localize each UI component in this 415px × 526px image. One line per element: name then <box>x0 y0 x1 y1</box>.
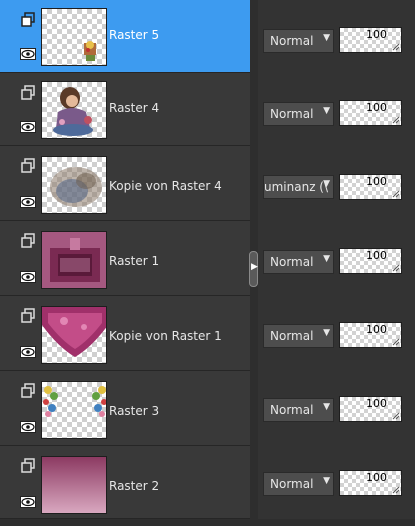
resize-grip-icon <box>392 116 400 124</box>
chevron-down-icon: ▼ <box>323 476 330 486</box>
layer-link-icon[interactable] <box>20 383 36 399</box>
eye-icon[interactable] <box>20 346 36 358</box>
layer-link-icon[interactable] <box>20 158 36 174</box>
blend-mode-dropdown[interactable]: Normal ▼ <box>263 398 334 422</box>
eye-icon[interactable] <box>20 421 36 433</box>
blend-mode-dropdown[interactable]: Normal ▼ <box>263 250 334 274</box>
layer-name: Kopie von Raster 4 <box>109 179 222 193</box>
resize-grip-icon <box>392 486 400 494</box>
resize-grip-icon <box>392 338 400 346</box>
splitter-handle[interactable]: ▶ <box>249 251 258 287</box>
layer-row-raster-2[interactable]: Raster 2 <box>0 446 250 519</box>
chevron-down-icon: ▼ <box>323 402 330 412</box>
layer-link-icon[interactable] <box>20 85 36 101</box>
layer-link-icon[interactable] <box>20 233 36 249</box>
opacity-field[interactable]: 100 <box>339 396 402 422</box>
layer-row-raster-3[interactable]: Raster 3 <box>0 371 250 446</box>
eye-icon[interactable] <box>20 271 36 283</box>
layer-name: Kopie von Raster 1 <box>109 329 222 343</box>
layer-thumbnail <box>41 81 107 139</box>
resize-grip-icon <box>392 412 400 420</box>
layers-panel: Raster 5 Raster 4 Kopie von Raster 4 Ras… <box>0 0 250 526</box>
blend-mode-dropdown[interactable]: Normal ▼ <box>263 472 334 496</box>
layer-thumbnail <box>41 156 107 214</box>
panel-bottom-edge <box>0 519 415 526</box>
layer-name: Raster 1 <box>109 254 160 268</box>
opacity-field[interactable]: 100 <box>339 470 402 496</box>
chevron-down-icon: ▼ <box>323 33 330 43</box>
chevron-down-icon: ▼ <box>323 254 330 264</box>
layer-name: Raster 3 <box>109 404 160 418</box>
chevron-down-icon: ▼ <box>323 328 330 338</box>
opacity-field[interactable]: 100 <box>339 27 402 53</box>
layer-link-icon[interactable] <box>20 308 36 324</box>
layer-link-icon[interactable] <box>20 458 36 474</box>
layer-row-raster-4[interactable]: Raster 4 <box>0 73 250 146</box>
resize-grip-icon <box>392 264 400 272</box>
layer-thumbnail <box>41 8 107 66</box>
opacity-field[interactable]: 100 <box>339 174 402 200</box>
layer-thumbnail <box>41 456 107 514</box>
opacity-field[interactable]: 100 <box>339 248 402 274</box>
blend-mode-dropdown[interactable]: Normal ▼ <box>263 102 334 126</box>
opacity-field[interactable]: 100 <box>339 322 402 348</box>
layer-row-kopie-raster-1[interactable]: Kopie von Raster 1 <box>0 296 250 371</box>
layer-thumbnail <box>41 306 107 364</box>
blend-mode-dropdown[interactable]: uminanz (\ ▼ <box>263 175 334 199</box>
eye-icon[interactable] <box>20 196 36 208</box>
eye-icon[interactable] <box>20 48 36 60</box>
layer-row-kopie-raster-4[interactable]: Kopie von Raster 4 <box>0 146 250 221</box>
layer-row-raster-1[interactable]: Raster 1 <box>0 221 250 296</box>
layer-thumbnail <box>41 381 107 439</box>
resize-grip-icon <box>392 190 400 198</box>
eye-icon[interactable] <box>20 121 36 133</box>
layer-name: Raster 2 <box>109 479 160 493</box>
chevron-down-icon: ▼ <box>323 106 330 116</box>
layer-link-icon[interactable] <box>20 12 36 28</box>
resize-grip-icon <box>392 43 400 51</box>
opacity-field[interactable]: 100 <box>339 100 402 126</box>
layer-thumbnail <box>41 231 107 289</box>
layer-name: Raster 4 <box>109 101 160 115</box>
blend-mode-dropdown[interactable]: Normal ▼ <box>263 29 334 53</box>
eye-icon[interactable] <box>20 496 36 508</box>
chevron-down-icon: ▼ <box>323 179 330 189</box>
layer-name: Raster 5 <box>109 28 160 42</box>
splitter-arrow-icon: ▶ <box>251 262 258 272</box>
blend-mode-dropdown[interactable]: Normal ▼ <box>263 324 334 348</box>
layer-row-raster-5[interactable]: Raster 5 <box>0 0 250 73</box>
